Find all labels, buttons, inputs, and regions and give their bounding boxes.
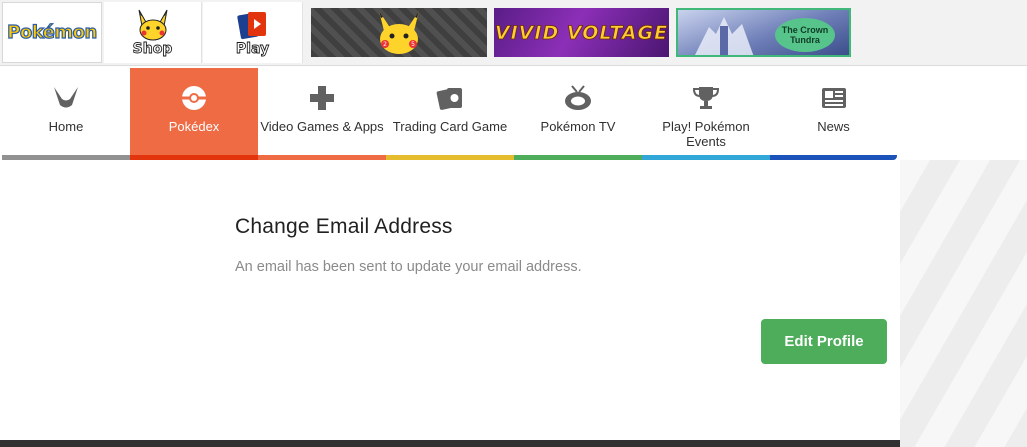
nav-label-news: News bbox=[817, 119, 850, 134]
nav-label-home: Home bbox=[48, 119, 84, 134]
tv-icon bbox=[563, 84, 593, 112]
svg-text:5: 5 bbox=[411, 41, 415, 48]
newspaper-icon bbox=[819, 84, 849, 112]
nav-item-pokemon-tv[interactable]: Pokémon TV bbox=[514, 68, 642, 160]
shop-link[interactable]: Shop bbox=[104, 2, 202, 63]
play-link[interactable]: Play bbox=[203, 2, 303, 63]
nav-label-video-games: Video Games & Apps bbox=[260, 119, 384, 134]
crown-tundra-label: The Crown Tundra bbox=[775, 18, 835, 52]
banner-vivid-voltage[interactable]: VIVID VOLTAGE bbox=[494, 8, 669, 57]
nav-item-pokedex[interactable]: Pokédex bbox=[130, 68, 258, 160]
play-label: Play bbox=[235, 41, 270, 58]
banner-crown-tundra[interactable]: The Crown Tundra bbox=[676, 8, 851, 57]
cards-icon bbox=[435, 84, 465, 112]
svg-text:2: 2 bbox=[383, 41, 387, 48]
main-nav: Home Pokédex Video Games & Apps Trading … bbox=[2, 68, 897, 160]
pokemon-logo: Pokémon bbox=[7, 21, 98, 43]
decorative-stripes-panel bbox=[900, 160, 1027, 447]
edit-profile-button[interactable]: Edit Profile bbox=[761, 319, 887, 364]
nav-label-pokemon-tv: Pokémon TV bbox=[540, 119, 616, 134]
nav-label-pokedex: Pokédex bbox=[168, 119, 220, 134]
confirmation-message: An email has been sent to update your em… bbox=[235, 259, 582, 275]
castle-icon bbox=[695, 17, 754, 55]
vivid-voltage-label: VIVID VOLTAGE bbox=[494, 21, 669, 44]
pikachu-ears-icon bbox=[51, 84, 81, 112]
footer-edge bbox=[0, 440, 900, 447]
top-promo-bar: Pokémon Shop Play 2 5 VIVID VOLTAGE The … bbox=[0, 0, 1027, 66]
banner-25th-anniversary[interactable]: 2 5 bbox=[311, 8, 487, 57]
nav-item-video-games[interactable]: Video Games & Apps bbox=[258, 68, 386, 160]
play-cards-icon bbox=[237, 12, 266, 40]
nav-label-tcg: Trading Card Game bbox=[392, 119, 508, 134]
nav-item-play-events[interactable]: Play! Pokémon Events bbox=[642, 68, 770, 160]
shop-label: Shop bbox=[132, 41, 173, 58]
nav-item-home[interactable]: Home bbox=[2, 68, 130, 160]
nav-item-news[interactable]: News bbox=[770, 68, 897, 160]
pikachu-25-icon: 2 5 bbox=[379, 10, 419, 54]
nav-label-play-events: Play! Pokémon Events bbox=[662, 119, 750, 149]
dpad-icon bbox=[307, 84, 337, 112]
main-content bbox=[2, 160, 897, 447]
nav-item-tcg[interactable]: Trading Card Game bbox=[386, 68, 514, 160]
pokeball-icon bbox=[179, 84, 209, 112]
page-title: Change Email Address bbox=[235, 215, 453, 238]
trophy-icon bbox=[691, 84, 721, 112]
pokemon-logo-link[interactable]: Pokémon bbox=[2, 2, 102, 63]
pikachu-icon bbox=[138, 9, 168, 41]
